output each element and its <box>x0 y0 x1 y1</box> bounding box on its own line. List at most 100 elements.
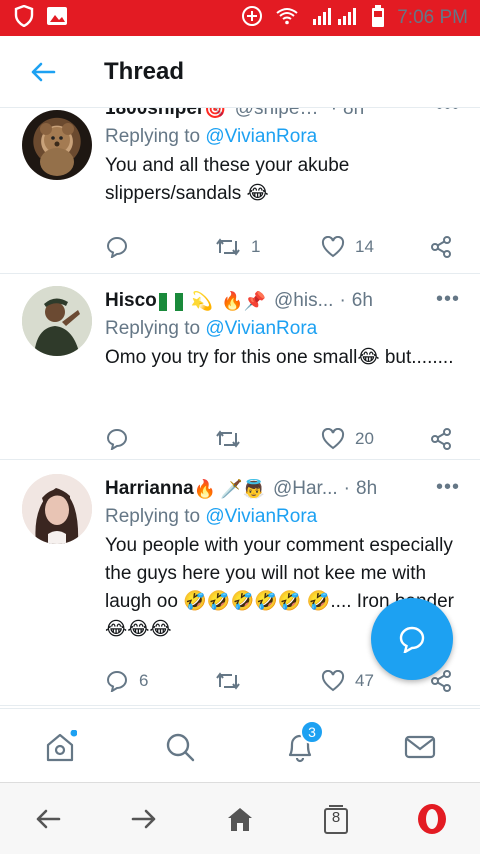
replying-to: Replying to @VivianRora <box>105 506 460 528</box>
arrow-left-icon <box>31 62 56 81</box>
user-handle[interactable]: @his... <box>274 290 333 312</box>
data-saver-icon <box>241 5 263 32</box>
reply-button[interactable]: 6 <box>105 670 215 692</box>
home-icon <box>228 808 252 831</box>
mention-link[interactable]: @VivianRora <box>205 126 317 147</box>
sparkle-emoji-icon: 💫 <box>190 290 214 311</box>
arrow-left-icon <box>36 809 61 829</box>
notification-badge: 3 <box>300 720 324 744</box>
search-icon <box>166 733 195 762</box>
display-name[interactable]: Harrianna <box>105 478 194 500</box>
more-options-button[interactable]: ••• <box>436 476 460 499</box>
bottom-tab-bar <box>0 708 480 782</box>
user-handle[interactable]: @snipergv... <box>235 108 325 120</box>
replying-to: Replying to @VivianRora <box>105 126 460 148</box>
tab-messages[interactable] <box>400 727 440 767</box>
status-bar: 7:06 PM <box>0 0 480 36</box>
shield-icon <box>14 4 34 32</box>
avatar[interactable] <box>22 110 92 180</box>
signal-icon <box>311 7 359 30</box>
like-button[interactable]: 14 <box>321 236 429 258</box>
reply-icon <box>106 429 127 450</box>
more-options-button[interactable]: ••• <box>436 288 460 311</box>
retweet-icon <box>216 672 240 690</box>
clock-time: 7:06 PM <box>397 7 468 28</box>
chat-bubble-icon <box>399 626 425 653</box>
tweet-text: You and all these your akube slippers/sa… <box>105 155 350 204</box>
arrow-right-icon <box>131 809 156 829</box>
share-icon <box>431 236 451 258</box>
retweet-icon <box>216 430 240 448</box>
teddy-bear-avatar-icon <box>40 123 74 176</box>
reply-icon <box>106 237 127 258</box>
tweet-actions: 1 14 <box>105 232 460 262</box>
fire-emoji-icon: 🔥 <box>193 478 217 499</box>
tweet-time: 6h <box>351 290 373 311</box>
tweet-time: 8h <box>343 108 365 119</box>
person-avatar-icon <box>22 286 92 356</box>
home-icon <box>46 730 77 762</box>
battery-icon <box>371 4 385 32</box>
fire-emoji-icon: 🔥 <box>221 290 244 311</box>
browser-tabs-button[interactable]: 8 <box>318 801 354 837</box>
browser-home-button[interactable] <box>222 801 258 837</box>
replying-label: Replying to <box>105 506 201 527</box>
woman-avatar-icon <box>22 474 92 544</box>
retweet-icon <box>216 238 240 256</box>
replying-label: Replying to <box>105 126 201 147</box>
tab-search[interactable] <box>160 727 200 767</box>
heart-icon <box>321 670 345 692</box>
replying-to: Replying to @VivianRora <box>105 318 460 340</box>
tweet-time: 8h <box>356 478 378 499</box>
reply-icon <box>106 671 127 692</box>
share-button[interactable] <box>429 427 453 451</box>
user-handle[interactable]: @Har... <box>273 478 338 500</box>
compose-reply-button[interactable] <box>371 598 453 680</box>
mention-link[interactable]: @VivianRora <box>205 318 317 339</box>
display-name[interactable]: Hisco <box>105 290 157 312</box>
heart-icon <box>321 428 345 450</box>
share-icon <box>431 428 451 450</box>
more-options-button[interactable]: ••• <box>436 108 460 119</box>
tweet-text: Omo you try for this one small😂 but.....… <box>105 347 454 368</box>
tweet-header: 1800sniper 🎯 @snipergv... · 8h ••• <box>105 108 460 124</box>
separator-dot: · <box>343 478 350 499</box>
angel-emoji-icon: 👼 <box>242 478 265 499</box>
pin-emoji-icon: 📌 <box>243 290 267 311</box>
dagger-emoji-icon: 🗡️ <box>220 478 243 499</box>
browser-bar: 8 <box>0 782 480 854</box>
mention-link[interactable]: @VivianRora <box>205 506 317 527</box>
tweet-header: Harrianna 🔥 🗡️ 👼 @Har... · 8h ••• <box>105 474 460 504</box>
separator-dot: · <box>339 290 346 311</box>
tweet-header: Hisco 💫 🔥 📌 @his... · 6h ••• <box>105 286 460 316</box>
reply-button[interactable] <box>105 236 215 258</box>
retweet-button[interactable] <box>215 671 321 691</box>
retweet-button[interactable]: 1 <box>215 237 321 257</box>
avatar[interactable] <box>22 286 92 356</box>
reply-button[interactable] <box>105 428 215 450</box>
display-name[interactable]: 1800sniper <box>105 108 204 120</box>
browser-forward-button[interactable] <box>126 801 162 837</box>
back-button[interactable] <box>22 51 64 93</box>
nigeria-flag-emoji-icon <box>157 291 183 312</box>
tweet[interactable]: 1800sniper 🎯 @snipergv... · 8h ••• Reply… <box>0 108 480 274</box>
gallery-icon <box>46 6 68 31</box>
target-emoji-icon: 🎯 <box>204 108 227 119</box>
tab-home[interactable] <box>40 727 80 767</box>
avatar[interactable] <box>22 474 92 544</box>
tweet[interactable]: Hisco 💫 🔥 📌 @his... · 6h ••• Replying to… <box>0 274 480 460</box>
reply-count: 6 <box>139 671 149 690</box>
like-count: 14 <box>355 237 374 256</box>
retweet-button[interactable] <box>215 429 321 449</box>
opera-logo-icon <box>418 804 446 834</box>
like-count: 20 <box>355 429 374 448</box>
replying-label: Replying to <box>105 318 201 339</box>
browser-back-button[interactable] <box>30 801 66 837</box>
share-button[interactable] <box>429 235 453 259</box>
opera-menu-button[interactable] <box>414 801 450 837</box>
tabs-count: 8 <box>331 809 341 826</box>
tweet-actions: 20 <box>105 424 460 454</box>
app-bar: Thread <box>0 36 480 108</box>
retweet-count: 1 <box>251 237 261 256</box>
like-button[interactable]: 20 <box>321 428 429 450</box>
